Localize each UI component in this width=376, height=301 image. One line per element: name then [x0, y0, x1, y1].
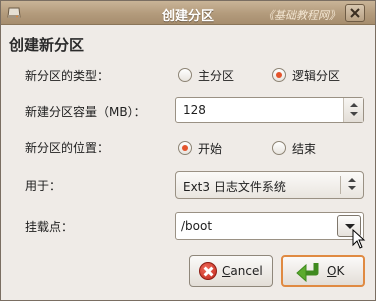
ok-button-label: OK [327, 264, 345, 278]
radio-logical[interactable] [272, 68, 286, 82]
radio-start[interactable] [178, 141, 192, 155]
combo-divider [340, 176, 341, 194]
radio-start-label[interactable]: 开始 [198, 140, 222, 157]
chevron-down-icon[interactable] [350, 112, 358, 116]
cancel-icon [199, 262, 217, 280]
mount-input[interactable]: /boot [181, 219, 212, 233]
mouse-cursor-icon [352, 229, 366, 249]
mount-label: 挂载点： [25, 220, 74, 234]
radio-primary-label[interactable]: 主分区 [198, 67, 234, 84]
close-icon [350, 8, 360, 18]
mount-combo[interactable]: /boot [175, 212, 364, 240]
type-label: 新分区的类型： [25, 69, 110, 83]
filesystem-value: Ext3 日志文件系统 [183, 180, 286, 194]
chevron-up-icon[interactable] [350, 103, 358, 107]
dialog-window: 创建分区 《基础教程网》 创建新分区 新分区的类型： 主分区 逻辑分区 新建分区… [0, 0, 376, 301]
updown-icon [347, 178, 357, 192]
use-label: 用于： [25, 179, 62, 193]
radio-end-label[interactable]: 结束 [292, 140, 316, 157]
watermark-text: 《基础教程网》 [263, 9, 340, 22]
close-button[interactable] [345, 4, 365, 22]
ok-button[interactable]: OK [281, 255, 365, 287]
title-bar[interactable]: 创建分区 《基础教程网》 [1, 1, 375, 25]
position-label: 新分区的位置： [25, 141, 110, 155]
dialog-heading: 创建新分区 [9, 36, 85, 54]
radio-primary[interactable] [178, 68, 192, 82]
size-spinbox[interactable]: 128 [175, 97, 364, 123]
size-value[interactable]: 128 [183, 103, 206, 117]
size-label: 新建分区容量（MB）： [25, 105, 146, 119]
cancel-button-label: Cancel [222, 264, 263, 278]
spin-buttons[interactable] [343, 98, 363, 122]
radio-end[interactable] [272, 141, 286, 155]
radio-logical-label[interactable]: 逻辑分区 [292, 67, 340, 84]
filesystem-select[interactable]: Ext3 日志文件系统 [175, 171, 364, 199]
ok-arrow-icon [296, 263, 319, 283]
cancel-button[interactable]: Cancel [189, 255, 273, 287]
